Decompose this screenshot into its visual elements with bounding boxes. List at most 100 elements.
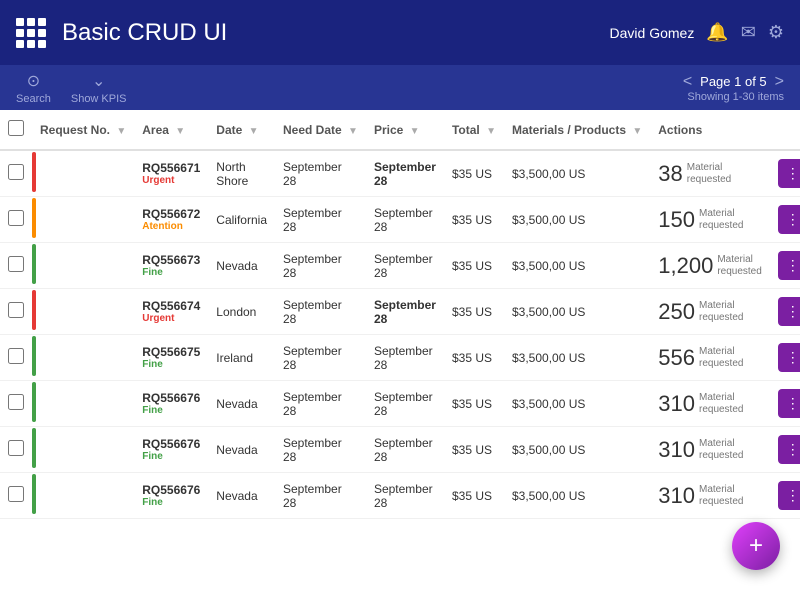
add-fab-button[interactable]: +: [732, 522, 780, 570]
sub-header-left: ⊙ Search ⌄ Show KPIS: [16, 71, 127, 105]
apps-icon[interactable]: [16, 18, 46, 48]
material-label: Material requested: [699, 346, 762, 370]
header-left: Basic CRUD UI: [16, 18, 227, 48]
col-header-price[interactable]: Price ▼: [366, 110, 444, 150]
row-action-button[interactable]: ⋮: [778, 159, 800, 188]
row-checkbox[interactable]: [8, 210, 24, 226]
row-checkbox-cell: [0, 243, 32, 289]
status-label: Fine: [142, 497, 200, 508]
show-kpis-button[interactable]: ⌄ Show KPIS: [71, 71, 127, 105]
material-label: Material requested: [687, 162, 762, 186]
showing-items-text: Showing 1-30 items: [687, 91, 784, 103]
materials-qty: 556: [658, 345, 695, 371]
row-checkbox-cell: [0, 289, 32, 335]
select-all-header[interactable]: [0, 110, 32, 150]
materials-cell: 310 Material requested: [658, 391, 762, 417]
row-status-bar-cell: [32, 473, 134, 519]
row-action-button[interactable]: ⋮: [778, 435, 800, 464]
table-row: RQ556671 Urgent North Shore September 28…: [0, 150, 800, 197]
row-actions: ⋮: [770, 427, 800, 473]
row-action-button[interactable]: ⋮: [778, 205, 800, 234]
row-action-button[interactable]: ⋮: [778, 297, 800, 326]
row-need-date: September 28: [366, 197, 444, 243]
row-date: September 28: [275, 289, 366, 335]
request-id: RQ556671: [142, 161, 200, 175]
row-status-bar-cell: [32, 150, 134, 197]
row-checkbox[interactable]: [8, 394, 24, 410]
row-date: September 28: [275, 335, 366, 381]
material-label: Material requested: [699, 208, 762, 232]
row-area: Ireland: [208, 335, 275, 381]
request-id: RQ556672: [142, 207, 200, 221]
row-actions: ⋮: [770, 473, 800, 519]
materials-cell: 1,200 Material requested: [658, 253, 762, 279]
row-action-button[interactable]: ⋮: [778, 481, 800, 510]
material-label: Material requested: [699, 300, 762, 324]
row-action-button[interactable]: ⋮: [778, 251, 800, 280]
prev-page-button[interactable]: <: [683, 73, 692, 91]
row-checkbox[interactable]: [8, 164, 24, 180]
col-header-area[interactable]: Area ▼: [134, 110, 208, 150]
row-date: September 28: [275, 381, 366, 427]
row-action-button[interactable]: ⋮: [778, 343, 800, 372]
row-checkbox[interactable]: [8, 348, 24, 364]
mail-icon[interactable]: ✉: [741, 22, 756, 43]
row-request-no: RQ556676 Fine: [134, 381, 208, 427]
row-price: $35 US: [444, 335, 504, 381]
search-button[interactable]: ⊙ Search: [16, 71, 51, 105]
row-total: $3,500,00 US: [504, 197, 650, 243]
settings-icon[interactable]: ⚙: [768, 22, 784, 43]
row-actions: ⋮: [770, 289, 800, 335]
row-action-button[interactable]: ⋮: [778, 389, 800, 418]
material-label: Material requested: [699, 484, 762, 508]
row-checkbox[interactable]: [8, 440, 24, 456]
row-request-no: RQ556676 Fine: [134, 427, 208, 473]
header-right: David Gomez 🔔 ✉ ⚙: [610, 22, 784, 43]
row-need-date: September 28: [366, 335, 444, 381]
row-materials: 310 Material requested: [650, 427, 770, 473]
row-status-bar-cell: [32, 381, 134, 427]
row-actions: ⋮: [770, 150, 800, 197]
row-checkbox[interactable]: [8, 256, 24, 272]
select-all-checkbox[interactable]: [8, 120, 24, 136]
search-label: Search: [16, 93, 51, 105]
row-request-no: RQ556676 Fine: [134, 473, 208, 519]
material-label: Material requested: [699, 392, 762, 416]
row-request-no: RQ556671 Urgent: [134, 150, 208, 197]
row-area: Nevada: [208, 473, 275, 519]
bell-icon[interactable]: 🔔: [706, 22, 728, 43]
request-id: RQ556676: [142, 437, 200, 451]
table-container: Request No. ▼ Area ▼ Date ▼ Need Date ▼ …: [0, 110, 800, 600]
top-header: Basic CRUD UI David Gomez 🔔 ✉ ⚙: [0, 0, 800, 65]
row-status-bar-cell: [32, 427, 134, 473]
materials-qty: 150: [658, 207, 695, 233]
materials-qty: 310: [658, 391, 695, 417]
row-materials: 556 Material requested: [650, 335, 770, 381]
next-page-button[interactable]: >: [775, 73, 784, 91]
row-price: $35 US: [444, 381, 504, 427]
material-label: Material requested: [699, 438, 762, 462]
materials-cell: 310 Material requested: [658, 437, 762, 463]
col-header-total[interactable]: Total ▼: [444, 110, 504, 150]
col-header-need-date[interactable]: Need Date ▼: [275, 110, 366, 150]
row-checkbox-cell: [0, 335, 32, 381]
table-row: RQ556673 Fine Nevada September 28 Septem…: [0, 243, 800, 289]
materials-cell: 38 Material requested: [658, 161, 762, 187]
show-kpis-label: Show KPIS: [71, 93, 127, 105]
table-row: RQ556675 Fine Ireland September 28 Septe…: [0, 335, 800, 381]
col-header-request-no[interactable]: Request No. ▼: [32, 110, 134, 150]
sub-header: ⊙ Search ⌄ Show KPIS < Page 1 of 5 > Sho…: [0, 65, 800, 110]
row-price: $35 US: [444, 197, 504, 243]
status-bar: [32, 244, 36, 284]
status-label: Fine: [142, 267, 200, 278]
row-actions: ⋮: [770, 335, 800, 381]
row-status-bar-cell: [32, 197, 134, 243]
row-checkbox[interactable]: [8, 302, 24, 318]
col-header-materials[interactable]: Materials / Products ▼: [504, 110, 650, 150]
row-materials: 310 Material requested: [650, 473, 770, 519]
request-id: RQ556676: [142, 391, 200, 405]
row-checkbox[interactable]: [8, 486, 24, 502]
request-id: RQ556674: [142, 299, 200, 313]
row-checkbox-cell: [0, 381, 32, 427]
col-header-date[interactable]: Date ▼: [208, 110, 275, 150]
